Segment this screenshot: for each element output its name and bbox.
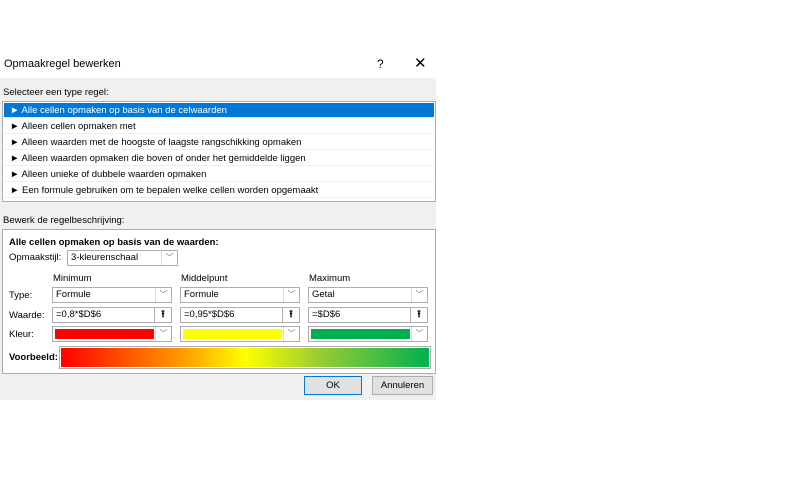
minimum-header: Minimum bbox=[53, 273, 92, 284]
chevron-down-icon[interactable]: ﹀ bbox=[161, 251, 177, 265]
description-heading: Alle cellen opmaken op basis van de waar… bbox=[9, 237, 219, 248]
chevron-down-icon[interactable]: ﹀ bbox=[283, 288, 299, 302]
minimum-type-value: Formule bbox=[56, 289, 91, 300]
chevron-down-icon[interactable]: ﹀ bbox=[411, 288, 427, 302]
midpoint-type-select[interactable]: Formule ﹀ bbox=[180, 287, 300, 303]
maximum-color-swatch bbox=[311, 329, 410, 339]
maximum-type-select[interactable]: Getal ﹀ bbox=[308, 287, 428, 303]
minimum-color-picker[interactable]: ﹀ bbox=[52, 326, 172, 342]
midpoint-color-picker[interactable]: ﹀ bbox=[180, 326, 300, 342]
style-select[interactable]: 3-kleurenschaal ﹀ bbox=[67, 250, 178, 266]
list-item[interactable]: ► Alleen waarden met de hoogste of laags… bbox=[4, 135, 434, 150]
maximum-value: =$D$6 bbox=[312, 309, 341, 320]
list-item[interactable]: ► Alleen waarden opmaken die boven of on… bbox=[4, 151, 434, 166]
collapse-dialog-icon[interactable]: ⭱ bbox=[410, 308, 427, 322]
collapse-dialog-icon[interactable]: ⭱ bbox=[154, 308, 171, 322]
minimum-type-select[interactable]: Formule ﹀ bbox=[52, 287, 172, 303]
value-label: Waarde: bbox=[9, 310, 45, 321]
preview-gradient-box bbox=[59, 346, 431, 369]
list-item[interactable]: ► Alle cellen opmaken op basis van de ce… bbox=[4, 103, 434, 118]
midpoint-value: =0,95*$D$6 bbox=[184, 309, 235, 320]
maximum-value-input[interactable]: =$D$6 ⭱ bbox=[308, 307, 428, 323]
chevron-down-icon[interactable]: ﹀ bbox=[155, 288, 171, 302]
style-value: 3-kleurenschaal bbox=[71, 252, 139, 263]
midpoint-value-input[interactable]: =0,95*$D$6 ⭱ bbox=[180, 307, 300, 323]
rule-type-list[interactable]: ► Alle cellen opmaken op basis van de ce… bbox=[2, 101, 436, 202]
close-icon[interactable]: ✕ bbox=[414, 54, 427, 72]
list-item[interactable]: ► Alleen unieke of dubbele waarden opmak… bbox=[4, 167, 434, 182]
preview-label: Voorbeeld: bbox=[9, 352, 58, 363]
maximum-type-value: Getal bbox=[312, 289, 335, 300]
ok-button[interactable]: OK bbox=[304, 376, 362, 395]
midpoint-color-swatch bbox=[183, 329, 282, 339]
collapse-dialog-icon[interactable]: ⭱ bbox=[282, 308, 299, 322]
style-label: Opmaakstijl: bbox=[9, 252, 62, 263]
list-item[interactable]: ► Een formule gebruiken om te bepalen we… bbox=[4, 183, 434, 198]
type-label: Type: bbox=[9, 290, 33, 301]
chevron-down-icon[interactable]: ﹀ bbox=[155, 327, 171, 341]
midpoint-header: Middelpunt bbox=[181, 273, 228, 284]
color-label: Kleur: bbox=[9, 329, 34, 340]
title-bar: Opmaakregel bewerken ? ✕ bbox=[0, 50, 436, 78]
minimum-value: =0,8*$D$6 bbox=[56, 309, 102, 320]
minimum-color-swatch bbox=[55, 329, 154, 339]
chevron-down-icon[interactable]: ﹀ bbox=[283, 327, 299, 341]
cancel-button[interactable]: Annuleren bbox=[372, 376, 433, 395]
help-icon[interactable]: ? bbox=[377, 57, 384, 71]
midpoint-type-value: Formule bbox=[184, 289, 219, 300]
description-label: Bewerk de regelbeschrijving: bbox=[3, 215, 125, 226]
chevron-down-icon[interactable]: ﹀ bbox=[411, 327, 427, 341]
rule-description-panel: Alle cellen opmaken op basis van de waar… bbox=[2, 229, 436, 374]
minimum-value-input[interactable]: =0,8*$D$6 ⭱ bbox=[52, 307, 172, 323]
dialog-title: Opmaakregel bewerken bbox=[4, 58, 121, 70]
maximum-color-picker[interactable]: ﹀ bbox=[308, 326, 428, 342]
maximum-header: Maximum bbox=[309, 273, 351, 284]
edit-rule-dialog: Opmaakregel bewerken ? ✕ Selecteer een t… bbox=[0, 50, 436, 400]
preview-gradient bbox=[61, 348, 429, 367]
rule-type-label: Selecteer een type regel: bbox=[3, 87, 109, 98]
list-item[interactable]: ► Alleen cellen opmaken met bbox=[4, 119, 434, 134]
